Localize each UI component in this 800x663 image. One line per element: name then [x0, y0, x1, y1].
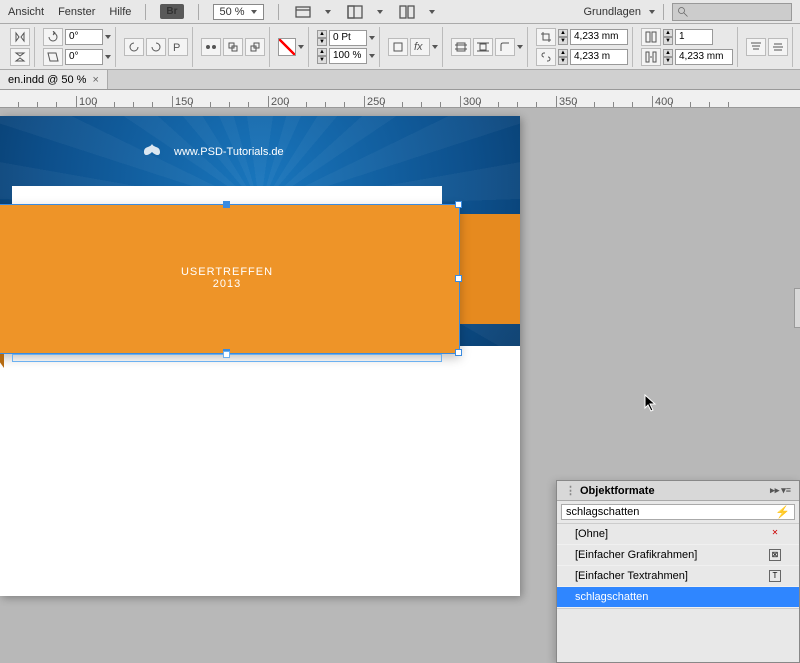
shear-field[interactable]: 0° [65, 49, 103, 65]
panel-menu-icon[interactable]: ▾≡ [781, 485, 791, 496]
collapse-icon[interactable]: ▸▸ [770, 485, 779, 496]
panel-tab[interactable]: ⋮ Objektformate ▸▸▾≡ [557, 481, 799, 501]
fx-icon[interactable]: fx [410, 38, 430, 56]
close-icon[interactable]: × [92, 74, 98, 86]
object-style-item[interactable]: [Einfacher Textrahmen] T [557, 566, 799, 587]
poster-url: www.PSD-Tutorials.de [174, 146, 284, 158]
select-prev-icon[interactable] [223, 38, 243, 56]
flip-h-icon[interactable] [10, 28, 30, 46]
opacity-field[interactable]: 100 % [329, 48, 367, 64]
secondary-selection [12, 354, 442, 362]
spinner-down[interactable]: ▼ [317, 38, 327, 46]
rotate-ccw-icon[interactable] [124, 38, 144, 56]
chevron-down-icon[interactable] [377, 10, 383, 14]
gutter-field[interactable]: 4,233 mm [675, 49, 733, 65]
text-wrap-bbox-icon[interactable] [473, 38, 493, 56]
selection-box[interactable] [0, 204, 460, 354]
object-style-label: [Ohne] [575, 528, 608, 540]
document-tab-label: en.indd @ 50 % [8, 74, 86, 86]
align-center-icon[interactable] [768, 38, 788, 56]
view-mode-icon[interactable] [293, 2, 313, 22]
menu-fenster[interactable]: Fenster [58, 6, 95, 18]
chevron-down-icon[interactable] [325, 10, 331, 14]
panel-grip-icon[interactable]: ⋮ [565, 484, 576, 497]
panel-empty-area [557, 608, 799, 662]
zoom-value: 50 % [220, 6, 245, 18]
corner-options-icon[interactable] [495, 38, 515, 56]
canvas[interactable]: www.PSD-Tutorials.de USERTREFFEN 2013 ⋮ … [0, 108, 800, 600]
columns-field[interactable]: 1 [675, 29, 713, 45]
search-input[interactable] [672, 3, 792, 21]
text-on-path-icon[interactable]: P [168, 38, 188, 56]
gutter-icon[interactable] [641, 48, 661, 66]
search-icon [677, 6, 689, 18]
object-style-item[interactable]: [Einfacher Grafikrahmen] ⊠ [557, 545, 799, 566]
current-style-field[interactable]: schlagschatten ⚡ [561, 504, 795, 520]
object-style-label: [Einfacher Textrahmen] [575, 570, 688, 582]
object-style-label: [Einfacher Grafikrahmen] [575, 549, 697, 561]
effects-icon[interactable] [388, 38, 408, 56]
panel-title: Objektformate [580, 485, 655, 497]
object-styles-list: [Ohne]✕[Einfacher Grafikrahmen]⊠[Einfach… [557, 523, 799, 608]
style-type-icon: T [769, 570, 781, 582]
flip-v-icon[interactable] [10, 48, 30, 66]
control-bar: 0° 0° P ▲▼0 Pt ▲▼100 % fx ▲▼4,233 mm ▲▼4… [0, 24, 800, 70]
butterfly-icon [140, 140, 164, 164]
clear-override-icon[interactable]: ⚡ [775, 505, 790, 519]
workspace-switcher[interactable]: Grundlagen [584, 6, 642, 18]
document-tab[interactable]: en.indd @ 50 % × [0, 70, 108, 89]
chevron-down-icon [649, 10, 655, 14]
menu-bar: Ansicht Fenster Hilfe Br 50 % Grundlagen [0, 0, 800, 24]
link-icon[interactable] [536, 48, 556, 66]
rotation-field[interactable]: 0° [65, 29, 103, 45]
height-field[interactable]: 4,233 m [570, 49, 628, 65]
document-tab-bar: en.indd @ 50 % × [0, 70, 800, 90]
width-field[interactable]: 4,233 mm [570, 29, 628, 45]
chevron-down-icon [251, 10, 257, 14]
style-type-icon: ✕ [769, 528, 781, 540]
select-next-icon[interactable] [245, 38, 265, 56]
panel-dock-edge[interactable] [794, 288, 800, 328]
object-style-item[interactable]: schlagschatten [557, 587, 799, 608]
select-content-icon[interactable] [201, 38, 221, 56]
horizontal-ruler: 50100150200250300350400 [0, 90, 800, 108]
bridge-button[interactable]: Br [160, 4, 183, 19]
align-top-icon[interactable] [746, 38, 766, 56]
menu-ansicht[interactable]: Ansicht [8, 6, 44, 18]
columns-icon[interactable] [641, 28, 661, 46]
object-style-label: schlagschatten [575, 591, 648, 603]
current-style-value: schlagschatten [566, 506, 639, 518]
text-wrap-none-icon[interactable] [451, 38, 471, 56]
svg-text:fx: fx [414, 41, 423, 53]
shear-icon[interactable] [43, 48, 63, 66]
crop-icon[interactable] [536, 28, 556, 46]
no-stroke-icon[interactable] [278, 38, 296, 56]
menu-hilfe[interactable]: Hilfe [109, 6, 131, 18]
svg-text:P: P [173, 42, 180, 53]
screen-mode-icon[interactable] [345, 2, 365, 22]
spinner-up[interactable]: ▲ [317, 30, 327, 38]
arrange-icon[interactable] [397, 2, 417, 22]
style-type-icon: ⊠ [769, 549, 781, 561]
poster-logo-row: www.PSD-Tutorials.de [140, 140, 284, 164]
rotate-icon[interactable] [43, 28, 63, 46]
chevron-down-icon[interactable] [429, 10, 435, 14]
rotate-cw-icon[interactable] [146, 38, 166, 56]
object-styles-panel[interactable]: ⋮ Objektformate ▸▸▾≡ schlagschatten ⚡ [O… [556, 480, 800, 663]
zoom-field[interactable]: 50 % [213, 4, 264, 20]
mouse-cursor-icon [644, 394, 658, 415]
object-style-item[interactable]: [Ohne] ✕ [557, 524, 799, 545]
stroke-weight-field[interactable]: 0 Pt [329, 30, 367, 46]
